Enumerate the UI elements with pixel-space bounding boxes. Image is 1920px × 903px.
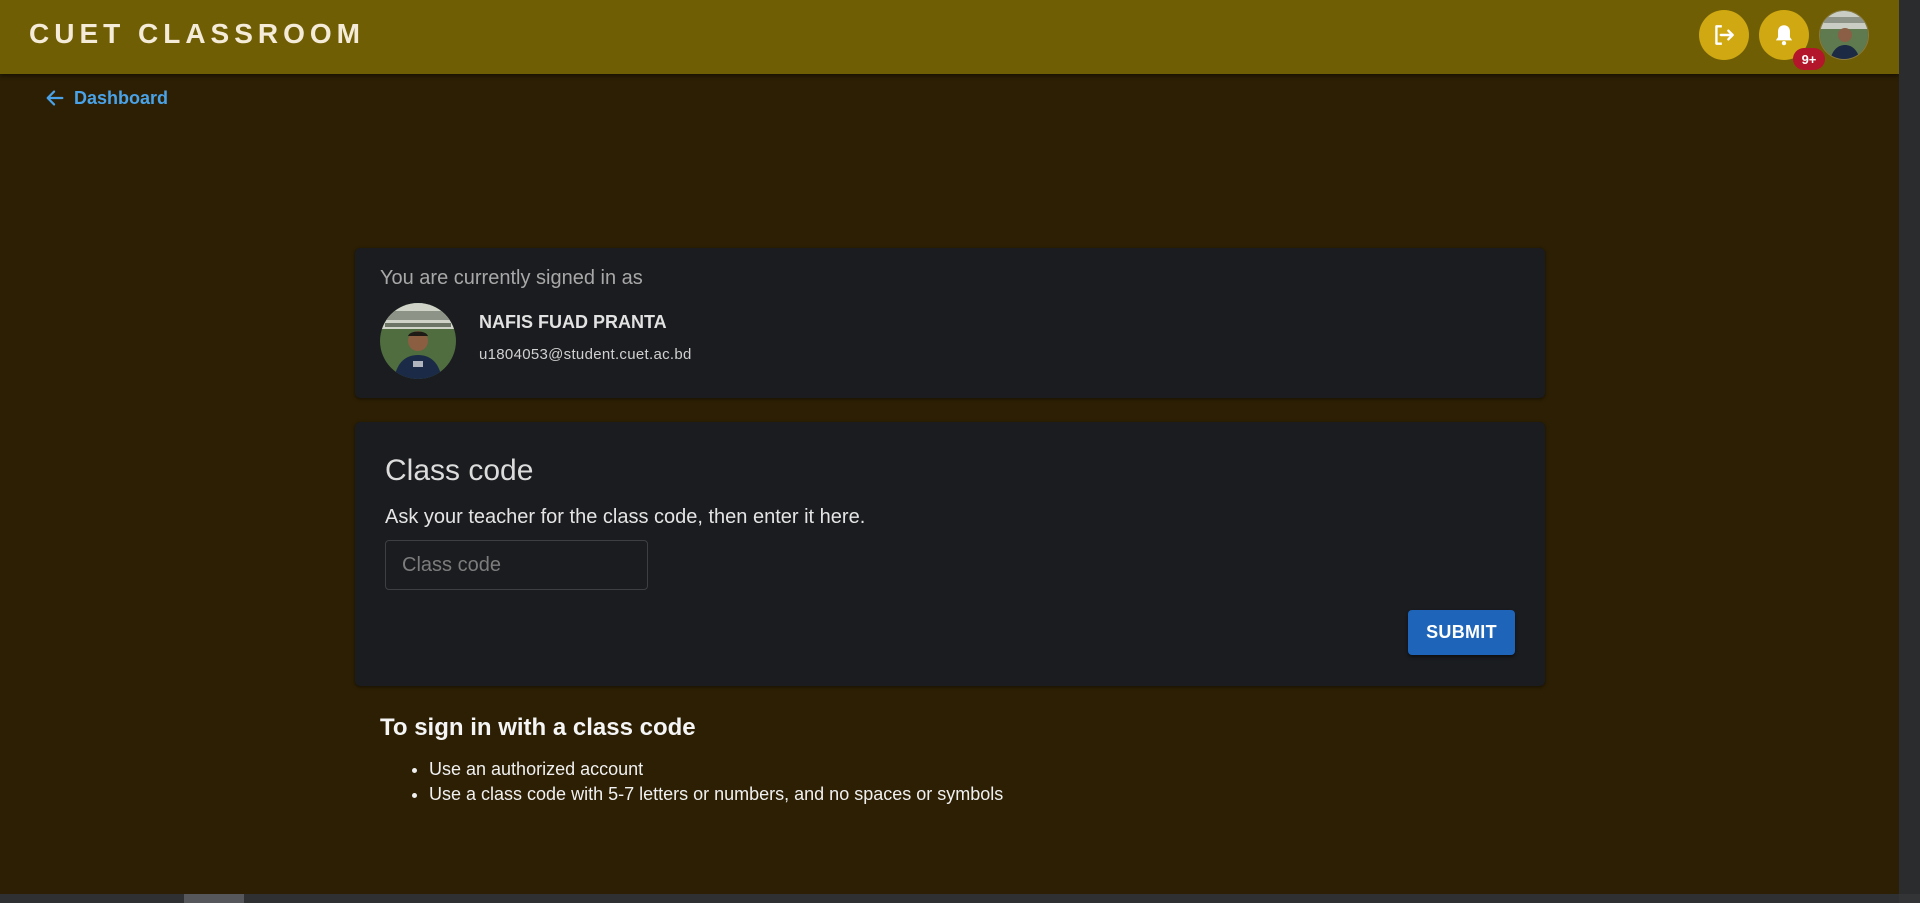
scrollbar-corner (1899, 894, 1920, 903)
bell-icon (1775, 25, 1793, 46)
user-avatar (380, 303, 456, 379)
logout-icon (1715, 25, 1734, 45)
avatar (1820, 11, 1868, 59)
back-to-dashboard-link[interactable]: Dashboard (44, 87, 168, 109)
profile-avatar-button[interactable] (1819, 10, 1869, 60)
submit-button[interactable]: SUBMIT (1408, 610, 1515, 655)
vertical-scrollbar[interactable] (1899, 0, 1920, 903)
signed-in-label: You are currently signed in as (380, 267, 643, 289)
notification-count-badge: 9+ (1793, 48, 1825, 70)
class-code-description: Ask your teacher for the class code, the… (385, 506, 866, 528)
help-list: Use an authorized account Use a class co… (429, 757, 1003, 807)
help-item: Use a class code with 5-7 letters or num… (429, 782, 1003, 807)
help-item: Use an authorized account (429, 757, 1003, 782)
horizontal-scrollbar-thumb[interactable] (184, 894, 244, 903)
user-photo (380, 303, 456, 379)
class-code-title: Class code (385, 454, 534, 487)
app-brand-title[interactable]: CUET CLASSROOM (29, 18, 365, 50)
help-title: To sign in with a class code (380, 714, 696, 741)
class-code-card: Class code Ask your teacher for the clas… (355, 422, 1545, 686)
top-app-bar: CUET CLASSROOM 9+ (0, 0, 1899, 74)
arrow-left-icon (46, 90, 64, 106)
logout-button[interactable] (1699, 10, 1749, 60)
class-code-input[interactable] (385, 540, 648, 590)
user-name: NAFIS FUAD PRANTA (479, 312, 667, 332)
user-email: u1804053@student.cuet.ac.bd (479, 346, 692, 363)
horizontal-scrollbar[interactable] (0, 894, 1899, 903)
signed-in-account-card: You are currently signed in as NAFIS FUA… (355, 248, 1545, 398)
back-link-label: Dashboard (74, 87, 169, 108)
